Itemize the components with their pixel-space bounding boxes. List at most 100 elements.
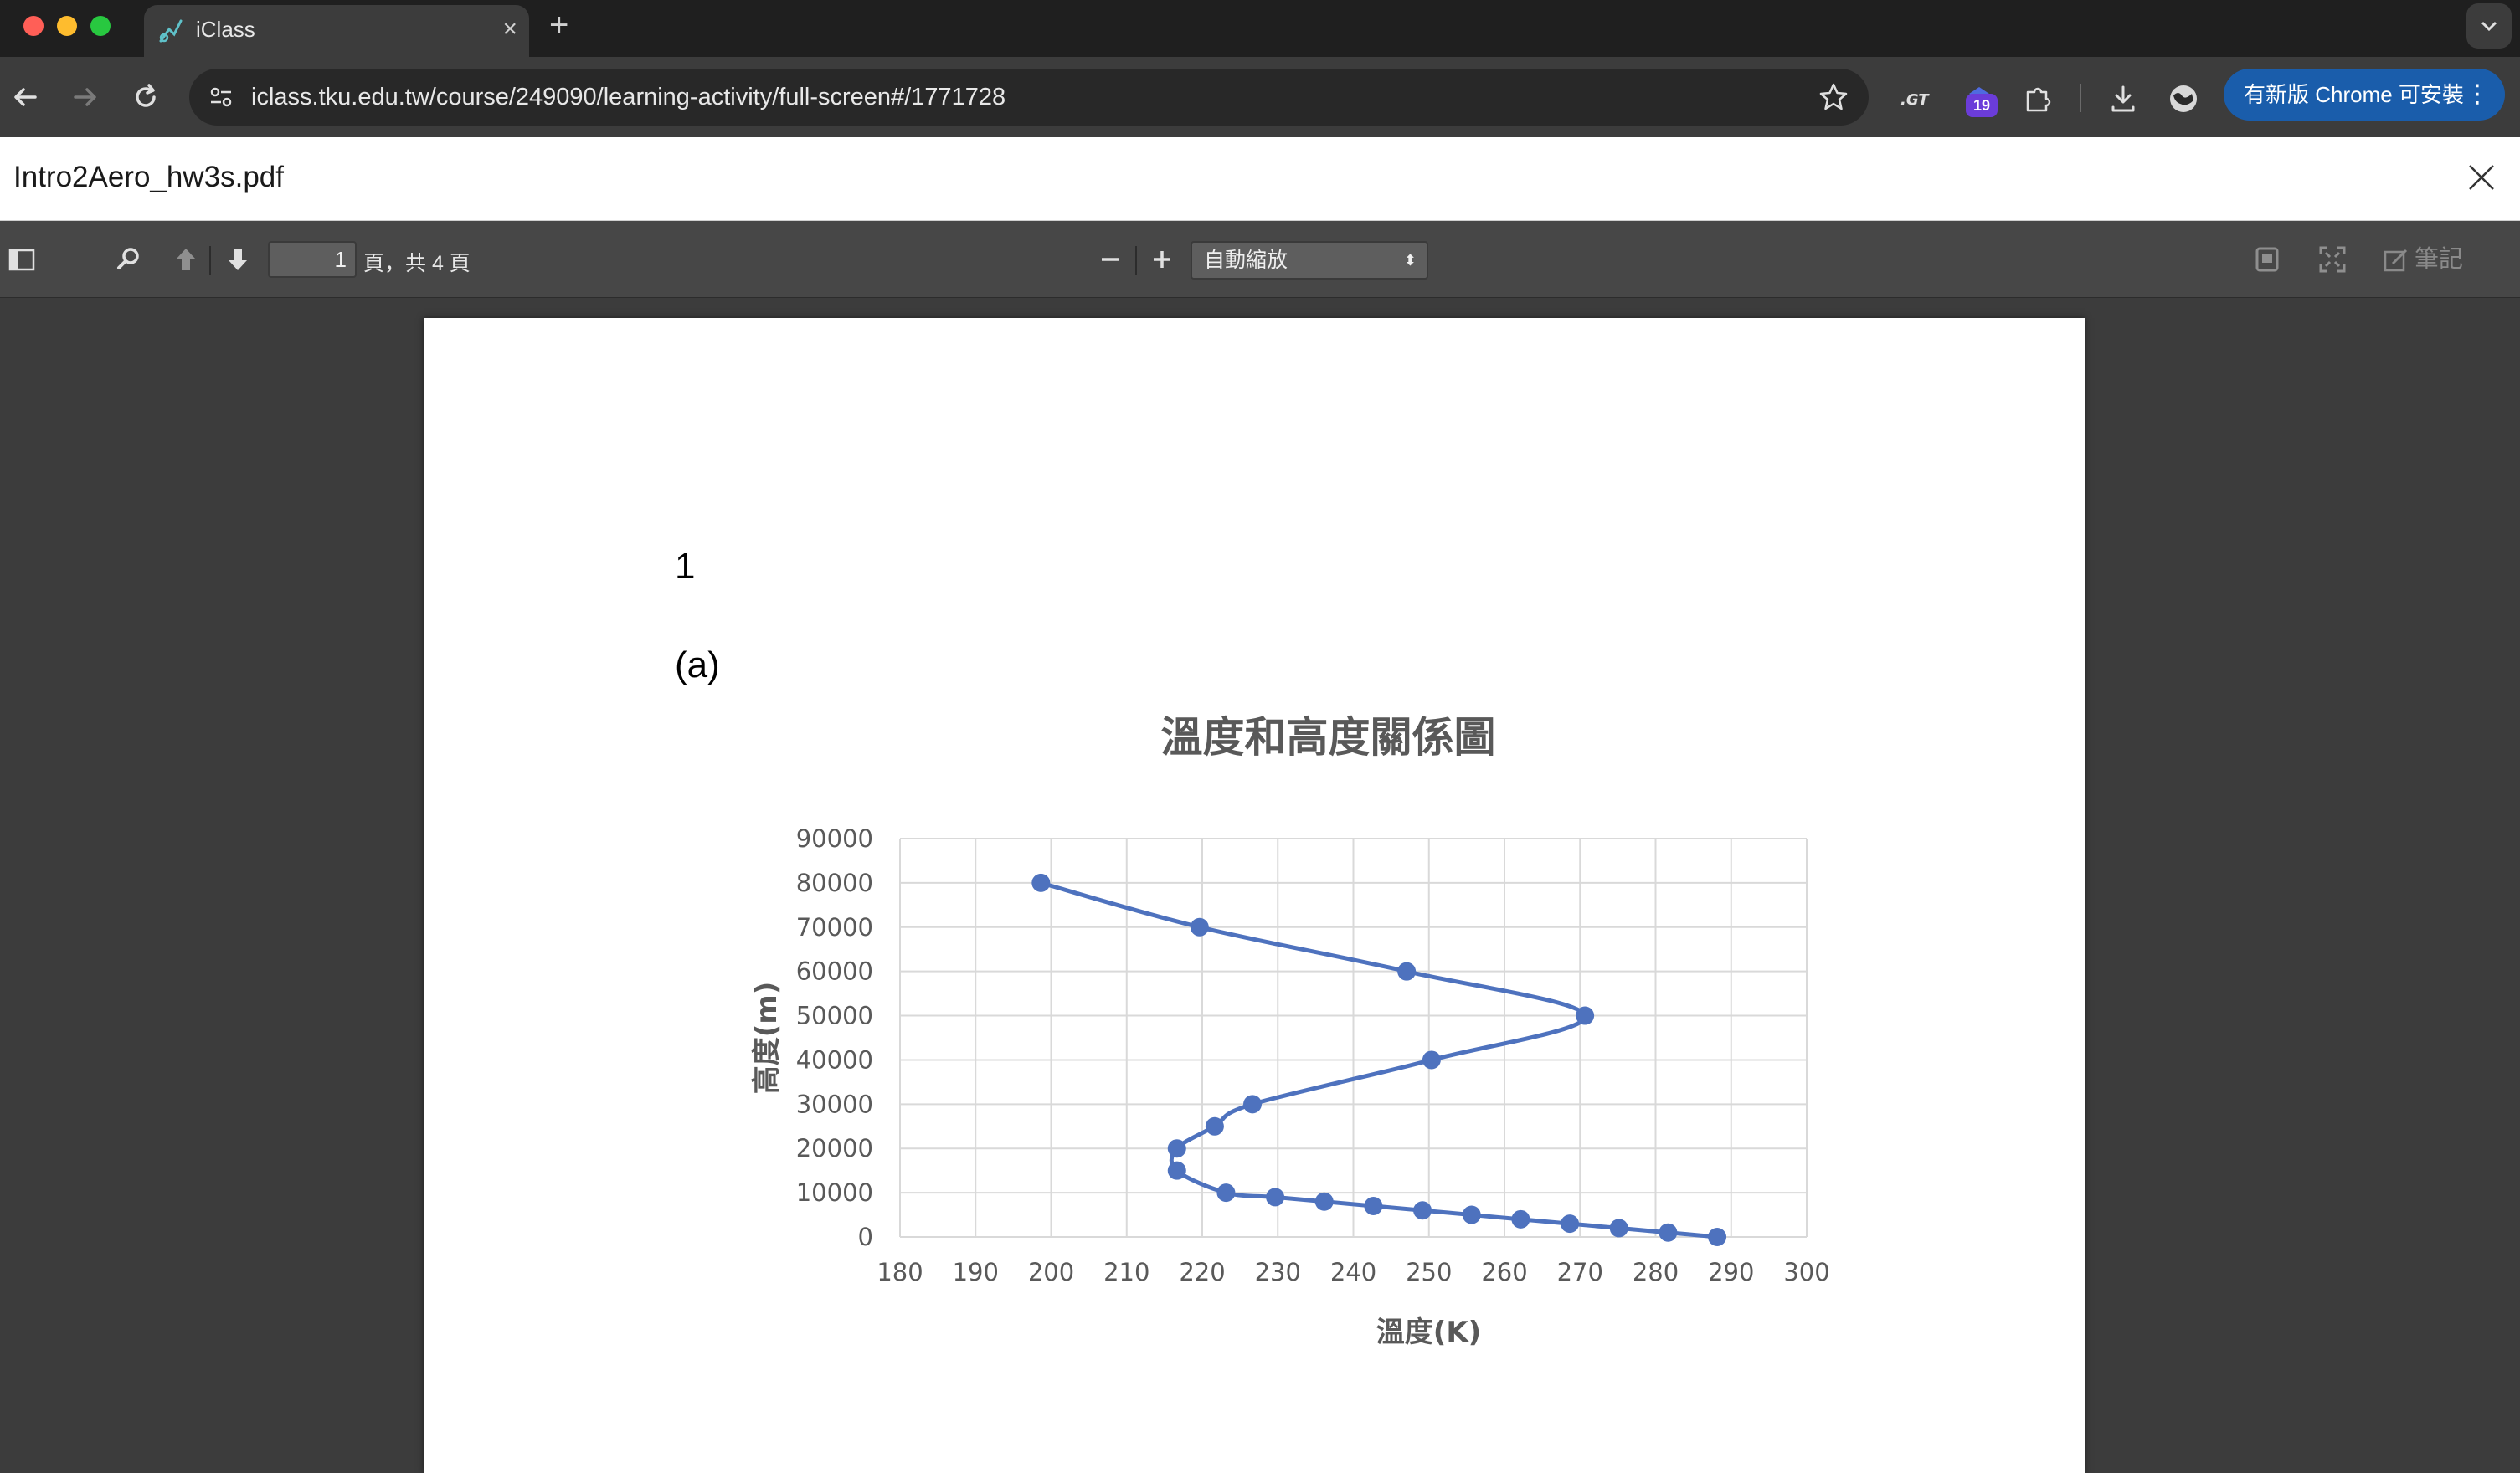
reload-icon[interactable] <box>127 79 164 115</box>
site-info-icon[interactable] <box>204 80 238 114</box>
chevron-down-icon <box>2481 21 2497 32</box>
window-maximize-button[interactable] <box>90 16 111 36</box>
x-tick-label: 300 <box>1783 1258 1829 1286</box>
toolbar-divider <box>209 246 211 275</box>
x-axis-label: 溫度(K) <box>1376 1316 1481 1349</box>
notes-button[interactable]: 筆記 <box>2383 239 2463 280</box>
page-count-label: 頁，共 4 頁 <box>363 252 471 275</box>
ai-extension-icon[interactable]: .GT <box>1897 82 1931 115</box>
extension-badge-count: 19 <box>1966 94 1998 117</box>
zoom-select[interactable]: 自動縮放 ⬍ <box>1191 241 1428 280</box>
edit-note-icon <box>2384 249 2408 272</box>
new-tab-button[interactable]: + <box>549 7 568 44</box>
data-point <box>1216 1183 1236 1203</box>
chart-title: 溫度和高度關係圖 <box>1161 713 1496 762</box>
bookmark-star-icon[interactable] <box>1817 80 1850 114</box>
download-icon[interactable] <box>2106 82 2140 115</box>
data-point <box>1167 1139 1186 1158</box>
page-number-input[interactable] <box>268 241 357 278</box>
tab-title: iClass <box>196 17 255 42</box>
data-point <box>1422 1050 1441 1070</box>
data-point <box>1205 1116 1224 1136</box>
y-tick-label: 50000 <box>796 1002 873 1030</box>
iclass-favicon-icon <box>159 19 183 43</box>
back-arrow-icon[interactable] <box>7 79 44 115</box>
data-point <box>1397 962 1417 981</box>
x-tick-label: 220 <box>1179 1258 1225 1286</box>
presentation-mode-icon[interactable] <box>2252 244 2282 275</box>
temperature-altitude-chart: 溫度和高度關係圖 180 190 200 210 220 230 240 250 260 270 2… <box>750 713 1830 1349</box>
x-tick-label: 280 <box>1633 1258 1679 1286</box>
data-point <box>1031 873 1051 892</box>
data-point <box>1243 1095 1263 1114</box>
viewer-header: Intro2Aero_hw3s.pdf <box>0 137 2520 221</box>
y-tick-label: 30000 <box>796 1090 873 1118</box>
x-tick-label: 270 <box>1557 1258 1603 1286</box>
previous-page-icon[interactable] <box>171 244 201 275</box>
y-tick-label: 40000 <box>796 1045 873 1074</box>
data-point <box>1609 1219 1628 1238</box>
browser-tab[interactable]: iClass × <box>144 5 529 57</box>
question-part: (a) <box>675 644 720 685</box>
tab-search-button[interactable] <box>2466 3 2512 49</box>
chart-grid <box>899 838 1808 1238</box>
file-name: Intro2Aero_hw3s.pdf <box>13 161 284 193</box>
kebab-menu-icon[interactable]: ⋮ <box>2465 69 2490 121</box>
y-tick-label: 80000 <box>796 869 873 897</box>
data-point <box>1462 1205 1481 1224</box>
url-text[interactable]: iclass.tku.edu.tw/course/249090/learning… <box>251 84 1005 111</box>
next-page-icon[interactable] <box>223 244 253 275</box>
close-icon[interactable] <box>2465 161 2498 194</box>
notes-label: 筆記 <box>2415 246 2464 273</box>
y-tick-label: 0 <box>858 1223 873 1251</box>
data-point <box>1364 1196 1383 1215</box>
pdf-viewer-area[interactable]: 1 (a) 溫度和高度關係圖 180 190 200 210 220 230 240 250 2… <box>0 298 2520 1473</box>
browser-toolbar: iclass.tku.edu.tw/course/249090/learning… <box>0 57 2520 137</box>
data-point <box>1314 1192 1334 1211</box>
y-tick-label: 10000 <box>796 1178 873 1207</box>
x-tick-label: 230 <box>1255 1258 1301 1286</box>
x-tick-label: 210 <box>1103 1258 1149 1286</box>
x-tick-label: 250 <box>1406 1258 1452 1286</box>
y-axis-label: 高度(m) <box>750 982 784 1095</box>
search-icon[interactable] <box>114 244 144 275</box>
data-point <box>1511 1209 1530 1229</box>
y-tick-label: 70000 <box>796 913 873 942</box>
tab-close-icon[interactable]: × <box>502 15 517 44</box>
zoom-value: 自動縮放 <box>1204 249 1288 272</box>
y-tick-label: 20000 <box>796 1134 873 1162</box>
question-number: 1 <box>675 546 696 587</box>
window-close-button[interactable] <box>23 16 44 36</box>
data-point <box>1167 1161 1186 1180</box>
x-tick-label: 240 <box>1330 1258 1376 1286</box>
svg-text:.GT: .GT <box>1900 91 1930 109</box>
sidebar-toggle-icon[interactable] <box>7 244 37 275</box>
chrome-update-button[interactable]: 有新版 Chrome 可安裝 ⋮ <box>2224 69 2505 121</box>
toolbar-divider <box>2080 84 2081 112</box>
update-label: 有新版 Chrome 可安裝 <box>2244 82 2464 107</box>
x-tick-label: 200 <box>1028 1258 1074 1286</box>
extensions-puzzle-icon[interactable] <box>2021 82 2055 115</box>
window-minimize-button[interactable] <box>57 16 77 36</box>
y-tick-label: 90000 <box>796 824 873 853</box>
tab-strip: iClass × + <box>0 0 2520 57</box>
select-caret-icon: ⬍ <box>1403 252 1417 269</box>
x-tick-label: 190 <box>953 1258 999 1286</box>
data-point <box>1708 1228 1727 1246</box>
data-point <box>1190 917 1209 937</box>
data-point <box>1561 1214 1580 1234</box>
address-bar[interactable]: iclass.tku.edu.tw/course/249090/learning… <box>189 69 1869 126</box>
toolbar-divider <box>1135 246 1137 275</box>
chart-ticks: 180 190 200 210 220 230 240 250 260 270 280 290 3000… <box>796 824 1830 1286</box>
data-point <box>1576 1006 1595 1025</box>
x-tick-label: 260 <box>1481 1258 1527 1286</box>
x-tick-label: 290 <box>1708 1258 1754 1286</box>
data-point <box>1413 1201 1432 1220</box>
zoom-out-icon[interactable] <box>1095 244 1125 275</box>
forward-arrow-icon[interactable] <box>67 79 104 115</box>
profile-avatar-icon[interactable] <box>2167 82 2200 115</box>
zoom-in-icon[interactable] <box>1147 244 1177 275</box>
data-point <box>1659 1223 1678 1242</box>
fullscreen-icon[interactable] <box>2317 244 2348 275</box>
pdf-page: 1 (a) 溫度和高度關係圖 180 190 200 210 220 230 240 250 2… <box>424 318 2085 1473</box>
